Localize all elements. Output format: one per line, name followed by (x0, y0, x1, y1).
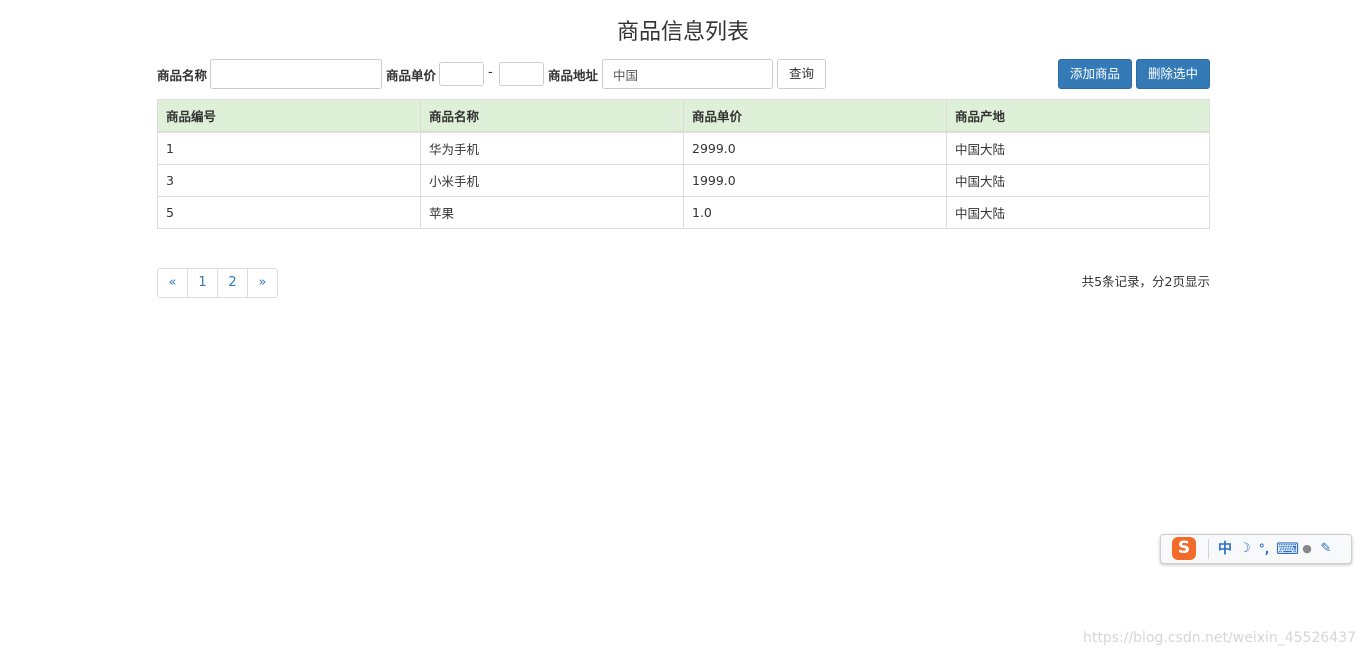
record-summary: 共5条记录，分2页显示 (1081, 274, 1210, 289)
price-separator: - (488, 65, 493, 80)
product-price-label: 商品单价 (386, 68, 437, 83)
header-product-price: 商品单价 (683, 99, 947, 133)
punctuation-icon[interactable]: °, (1256, 539, 1272, 559)
watermark: https://blog.csdn.net/weixin_45526437 (1082, 630, 1356, 646)
product-table: 商品编号 商品名称 商品单价 商品产地 1 华为手机 2999.0 中国大陆 3… (157, 99, 1210, 229)
ime-toolbar[interactable]: S 中 ☽ °, ⌨ ● ✎ (1160, 534, 1352, 564)
product-address-label: 商品地址 (548, 68, 599, 83)
keyboard-icon[interactable]: ⌨ (1276, 539, 1299, 559)
cell-product-name: 小米手机 (420, 164, 684, 197)
header-product-name: 商品名称 (420, 99, 684, 133)
page-title: 商品信息列表 (616, 20, 749, 45)
table-header-row: 商品编号 商品名称 商品单价 商品产地 (157, 99, 1210, 133)
cell-product-name: 华为手机 (420, 131, 684, 165)
moon-icon[interactable]: ☽ (1237, 539, 1253, 559)
cell-product-origin: 中国大陆 (946, 196, 1210, 229)
header-product-id: 商品编号 (157, 99, 421, 133)
pagination-page-1[interactable]: 1 (187, 269, 217, 297)
product-address-input[interactable] (602, 59, 773, 89)
sogou-logo-icon[interactable]: S (1172, 537, 1196, 560)
pagination: « 1 2 » (157, 268, 278, 298)
table-row[interactable]: 3 小米手机 1999.0 中国大陆 (157, 164, 1210, 197)
cell-product-price: 2999.0 (683, 131, 947, 165)
pagination-next[interactable]: » (247, 269, 277, 297)
delete-selected-button[interactable]: 删除选中 (1136, 59, 1210, 89)
price-max-input[interactable] (499, 62, 544, 86)
product-name-label: 商品名称 (157, 68, 208, 83)
wrench-icon[interactable]: ✎ (1318, 539, 1334, 559)
header-product-origin: 商品产地 (946, 99, 1210, 133)
cell-product-name: 苹果 (420, 196, 684, 229)
cell-product-price: 1999.0 (683, 164, 947, 197)
ime-mode-toggle[interactable]: 中 (1216, 539, 1234, 559)
table-row[interactable]: 1 华为手机 2999.0 中国大陆 (157, 131, 1210, 165)
cell-product-price: 1.0 (683, 196, 947, 229)
cell-product-id: 5 (157, 196, 421, 229)
query-button[interactable]: 查询 (777, 59, 826, 89)
user-icon[interactable]: ● (1300, 539, 1314, 559)
pagination-page-2[interactable]: 2 (217, 269, 247, 297)
cell-product-id: 3 (157, 164, 421, 197)
product-name-input[interactable] (210, 59, 382, 89)
ime-divider (1208, 539, 1209, 559)
add-product-button[interactable]: 添加商品 (1058, 59, 1132, 89)
cell-product-id: 1 (157, 131, 421, 165)
cell-product-origin: 中国大陆 (946, 164, 1210, 197)
product-table-container: 商品编号 商品名称 商品单价 商品产地 1 华为手机 2999.0 中国大陆 3… (157, 99, 1210, 229)
pagination-prev[interactable]: « (158, 269, 187, 297)
table-row[interactable]: 5 苹果 1.0 中国大陆 (157, 196, 1210, 229)
price-min-input[interactable] (439, 62, 484, 86)
cell-product-origin: 中国大陆 (946, 131, 1210, 165)
